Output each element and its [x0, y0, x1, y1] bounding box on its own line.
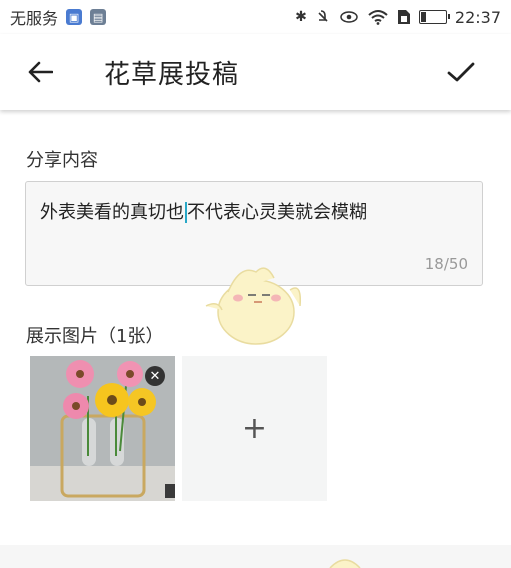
battery-level-fill [420, 12, 426, 22]
submit-button[interactable] [431, 34, 491, 110]
carrier-label: 无服务 [10, 9, 59, 28]
char-count: 18/50 [424, 255, 468, 273]
arrow-left-icon [28, 61, 53, 83]
bluetooth-icon: ✱ [295, 9, 307, 25]
app-notification-icon: ▣ [66, 9, 83, 25]
bottom-area [0, 545, 511, 568]
back-button[interactable] [0, 34, 80, 110]
sim-icon [397, 9, 411, 25]
page-title: 花草展投稿 [104, 59, 240, 90]
status-bar: 无服务 ▣ ▤ ✱ 22:37 [0, 0, 511, 34]
chick-mascot-peek-icon [329, 559, 361, 568]
battery-icon [418, 10, 450, 24]
app-bar: 花草展投稿 [0, 34, 511, 110]
mute-icon [315, 9, 331, 25]
wifi-icon [367, 9, 389, 25]
images-section-label: 展示图片（1张） [26, 326, 164, 347]
remove-image-button[interactable]: ✕ [145, 366, 165, 386]
gallery-notification-icon: ▤ [90, 9, 107, 25]
plus-icon: + [241, 411, 268, 446]
close-icon: ✕ [149, 368, 161, 384]
uploaded-image-thumbnail[interactable]: ✕ [30, 356, 175, 501]
share-content-text: 外表美看的真切也 不代表心灵美就会模糊 [40, 202, 367, 223]
check-icon [447, 62, 475, 82]
add-image-button[interactable]: + [182, 356, 327, 501]
chick-mascot-icon [205, 267, 302, 345]
eye-comfort-icon [339, 10, 359, 24]
status-time: 22:37 [454, 7, 501, 27]
share-content-label: 分享内容 [26, 150, 98, 171]
